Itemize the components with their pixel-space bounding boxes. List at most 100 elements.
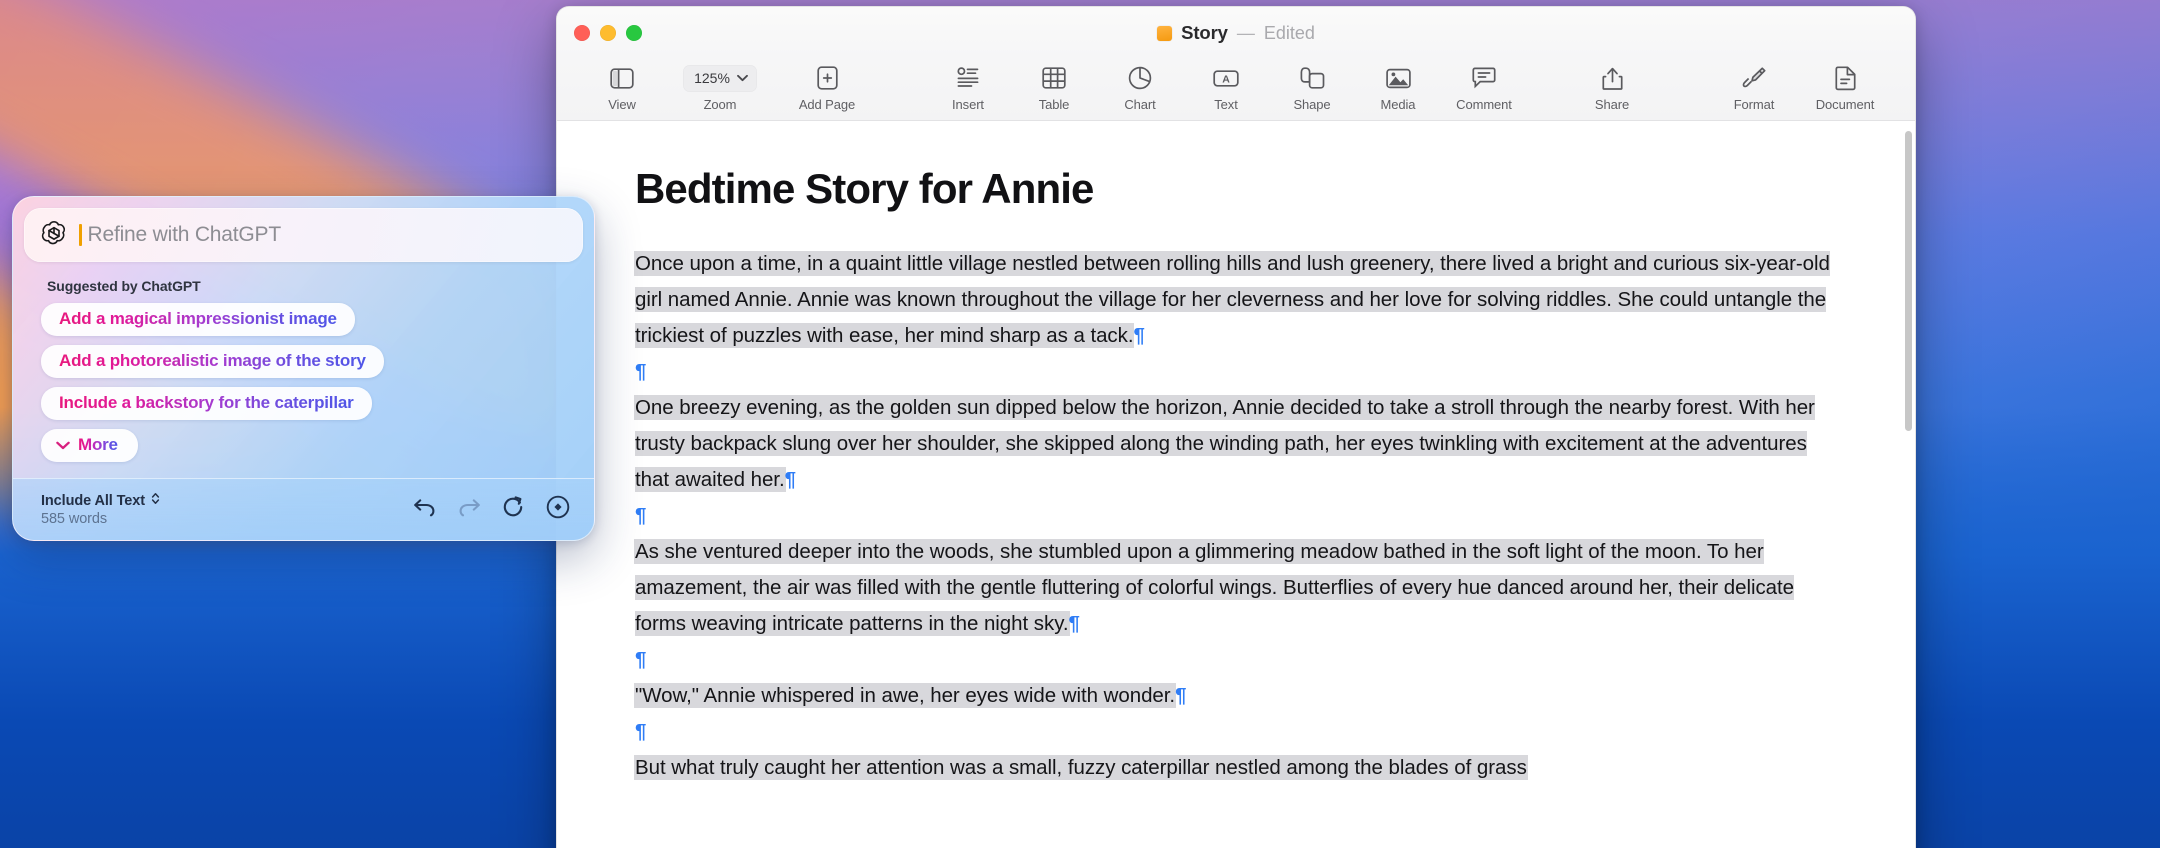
toolbar-button-table[interactable]: Table	[1011, 59, 1097, 112]
media-icon	[1386, 64, 1411, 92]
toolbar-label-table: Table	[1038, 97, 1070, 112]
toolbar-label-media: Media	[1380, 97, 1416, 112]
paragraph-1-text: Once upon a time, in a quaint little vil…	[635, 252, 1830, 348]
pilcrow-mark: ¶	[1133, 324, 1145, 348]
paragraph-3[interactable]: As she ventured deeper into the woods, s…	[635, 534, 1837, 642]
toolbar-label-zoom: Zoom	[703, 97, 737, 112]
paragraph-2-text: One breezy evening, as the golden sun di…	[635, 396, 1815, 492]
chatgpt-refine-panel[interactable]: Refine with ChatGPT Suggested by ChatGPT…	[12, 196, 595, 541]
suggestion-chip-2[interactable]: Add a photorealistic image of the story	[41, 345, 384, 378]
toolbar-label-comment: Comment	[1456, 97, 1512, 112]
document-edited-state: Edited	[1263, 22, 1315, 43]
sidebar-icon	[610, 64, 634, 92]
paragraph-1[interactable]: Once upon a time, in a quaint little vil…	[635, 246, 1837, 354]
pages-window[interactable]: Story — Edited View 125% Zoom Add Page I…	[556, 6, 1916, 848]
zoom-level-pill[interactable]: 125%	[683, 64, 757, 92]
toolbar-label-chart: Chart	[1124, 97, 1156, 112]
chatgpt-scope-group[interactable]: Include All Text 585 words	[41, 492, 160, 527]
toolbar-label-document: Document	[1815, 97, 1875, 112]
chevron-down-icon	[56, 435, 70, 455]
toolbar-label-shape: Shape	[1293, 97, 1331, 112]
paragraph-3-text: As she ventured deeper into the woods, s…	[635, 540, 1795, 636]
title-separator: —	[1236, 22, 1255, 43]
more-label: More	[78, 435, 118, 454]
pilcrow-mark: ¶	[635, 648, 647, 672]
toolbar-button-zoom[interactable]: 125% Zoom	[665, 59, 775, 112]
toolbar-label-insert: Insert	[952, 97, 984, 112]
zoom-button[interactable]	[626, 25, 642, 41]
paragraph-5[interactable]: But what truly caught her attention was …	[635, 750, 1837, 786]
submit-icon[interactable]	[546, 495, 570, 524]
shape-icon	[1300, 64, 1325, 92]
undo-icon[interactable]	[413, 498, 436, 522]
toolbar-button-share[interactable]: Share	[1569, 59, 1655, 112]
vertical-scrollbar[interactable]	[1905, 131, 1912, 431]
chatgpt-prompt-placeholder: Refine with ChatGPT	[87, 223, 282, 246]
paragraph-break-4[interactable]: ¶	[635, 714, 1837, 750]
toolbar-label-view: View	[608, 97, 636, 112]
pilcrow-mark: ¶	[635, 504, 647, 528]
suggestion-chip-2-label: Add a photorealistic image of the story	[59, 351, 366, 370]
chart-icon	[1128, 64, 1152, 92]
suggestion-chip-3-label: Include a backstory for the caterpillar	[59, 393, 354, 412]
main-toolbar[interactable]: View 125% Zoom Add Page Insert Table Cha…	[557, 59, 1915, 121]
toolbar-button-chart[interactable]: Chart	[1097, 59, 1183, 112]
chatgpt-prompt-field[interactable]: Refine with ChatGPT	[24, 208, 583, 262]
toolbar-button-format[interactable]: Format	[1711, 59, 1797, 112]
redo-icon[interactable]	[458, 498, 481, 522]
paragraph-break-1[interactable]: ¶	[635, 354, 1837, 390]
pilcrow-mark: ¶	[1068, 612, 1080, 636]
text-cursor	[79, 224, 82, 246]
toolbar-button-comment[interactable]: Comment	[1441, 59, 1527, 112]
paragraph-4-text: "Wow," Annie whispered in awe, her eyes …	[635, 684, 1176, 708]
document-icon	[1835, 64, 1856, 92]
suggestion-chip-3[interactable]: Include a backstory for the caterpillar	[41, 387, 372, 420]
document-title: Story	[1181, 22, 1228, 43]
document-page[interactable]: Bedtime Story for Annie Once upon a time…	[557, 121, 1915, 787]
comment-icon	[1472, 64, 1496, 92]
regenerate-icon[interactable]	[503, 496, 524, 523]
pages-document-icon	[1157, 25, 1173, 41]
paragraph-break-3[interactable]: ¶	[635, 642, 1837, 678]
table-icon	[1042, 64, 1066, 92]
format-brush-icon	[1742, 64, 1767, 92]
toolbar-button-document[interactable]: Document	[1797, 59, 1893, 112]
pilcrow-mark: ¶	[784, 468, 796, 492]
suggestion-list[interactable]: Add a magical impressionist image Add a …	[41, 303, 594, 462]
toolbar-button-media[interactable]: Media	[1355, 59, 1441, 112]
toolbar-label-format: Format	[1733, 97, 1775, 112]
zoom-chevron-icon: 125%	[683, 64, 757, 92]
suggestion-chip-1-label: Add a magical impressionist image	[59, 309, 337, 328]
window-titlebar[interactable]: Story — Edited	[557, 7, 1915, 59]
toolbar-button-add-page[interactable]: Add Page	[775, 59, 879, 112]
text-box-icon: A	[1213, 64, 1239, 92]
toolbar-button-view[interactable]: View	[579, 59, 665, 112]
chatgpt-action-buttons[interactable]	[413, 495, 574, 524]
include-all-text-selector[interactable]: Include All Text	[41, 492, 160, 510]
window-controls[interactable]	[557, 25, 642, 41]
more-suggestions-button[interactable]: More	[41, 429, 138, 462]
pilcrow-mark: ¶	[1175, 684, 1187, 708]
toolbar-label-text: Text	[1214, 97, 1238, 112]
word-count-label: 585 words	[41, 511, 107, 527]
suggestion-chip-1[interactable]: Add a magical impressionist image	[41, 303, 355, 336]
add-page-icon	[817, 64, 838, 92]
toolbar-button-text[interactable]: A Text	[1183, 59, 1269, 112]
pilcrow-mark: ¶	[635, 720, 647, 744]
paragraph-4[interactable]: "Wow," Annie whispered in awe, her eyes …	[635, 678, 1837, 714]
updown-chevron-icon	[151, 492, 160, 510]
paragraph-2[interactable]: One breezy evening, as the golden sun di…	[635, 390, 1837, 498]
toolbar-label-add-page: Add Page	[798, 97, 856, 112]
chatgpt-footer[interactable]: Include All Text 585 words	[13, 478, 594, 540]
include-all-text-label: Include All Text	[41, 493, 145, 509]
close-button[interactable]	[574, 25, 590, 41]
minimize-button[interactable]	[600, 25, 616, 41]
document-scroll-area[interactable]: Bedtime Story for Annie Once upon a time…	[557, 121, 1915, 848]
toolbar-button-insert[interactable]: Insert	[925, 59, 1011, 112]
paragraph-break-2[interactable]: ¶	[635, 498, 1837, 534]
openai-logo-icon	[39, 218, 69, 253]
share-icon	[1602, 64, 1623, 92]
toolbar-button-shape[interactable]: Shape	[1269, 59, 1355, 112]
pilcrow-mark: ¶	[635, 360, 647, 384]
document-title-group: Story — Edited	[557, 7, 1915, 59]
